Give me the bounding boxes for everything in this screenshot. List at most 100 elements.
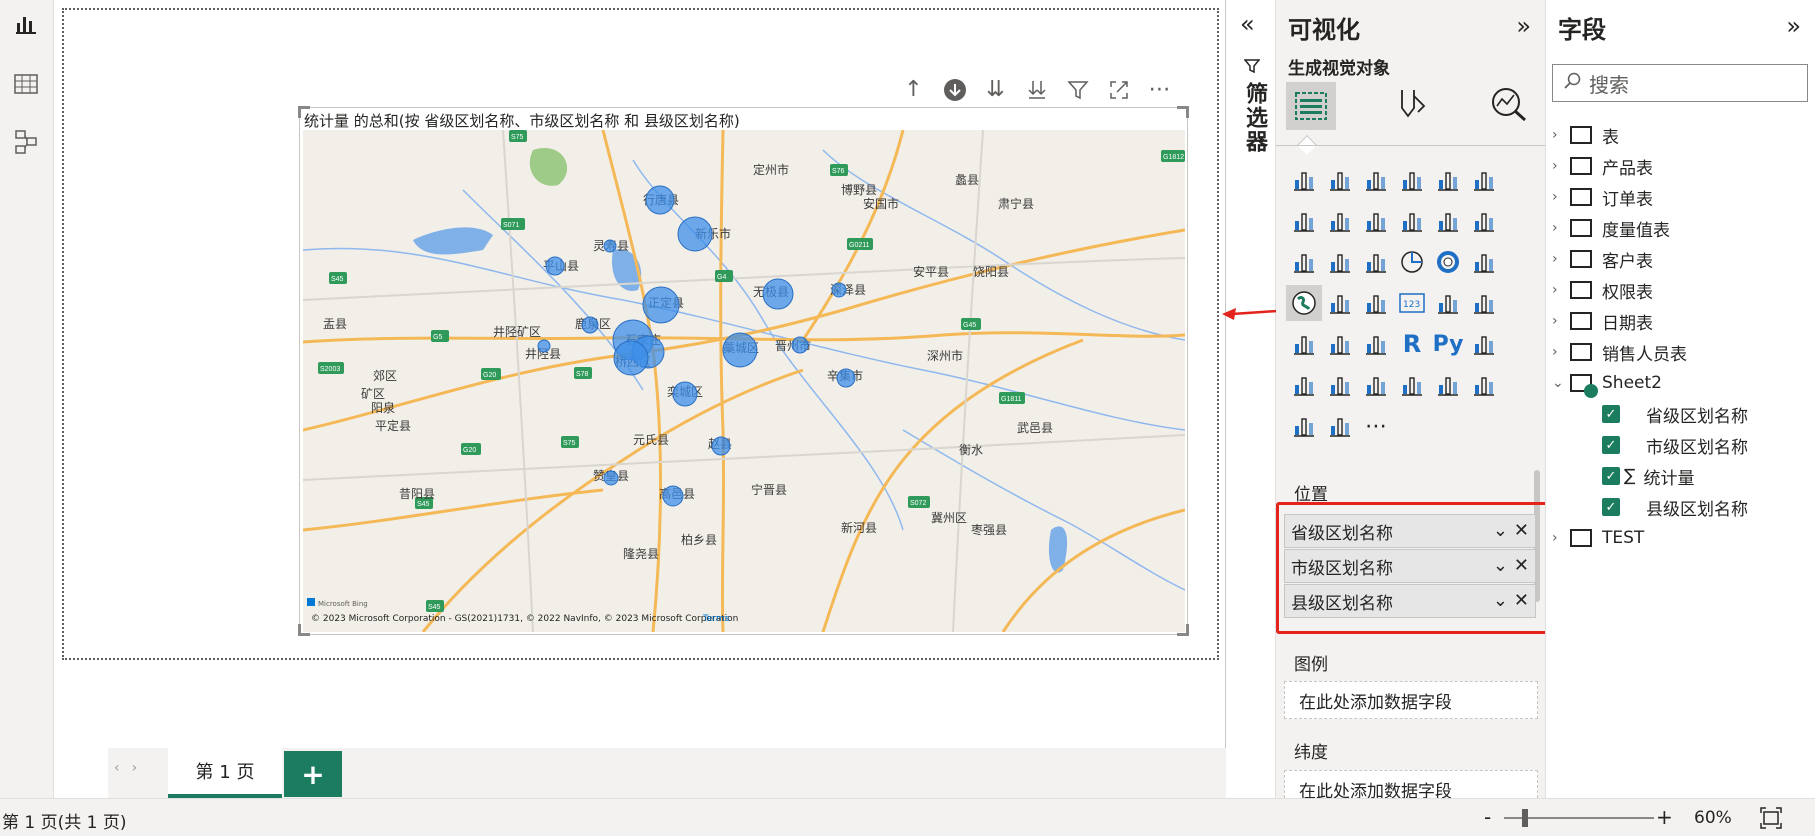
checkbox-checked[interactable]: ✓	[1602, 467, 1620, 485]
power-automate-icon[interactable]	[1322, 408, 1358, 444]
azure-map-icon[interactable]	[1466, 367, 1502, 403]
field-table-6[interactable]: › 日期表	[1552, 306, 1653, 336]
pie-chart-icon[interactable]	[1394, 244, 1430, 280]
gauge-icon[interactable]	[1358, 285, 1394, 321]
paginated-report-icon[interactable]	[1430, 367, 1466, 403]
donut-chart-icon[interactable]	[1430, 244, 1466, 280]
map-bubble[interactable]	[645, 185, 675, 215]
analytics-icon[interactable]	[1490, 86, 1528, 126]
expand-filters-icon[interactable]: «	[1240, 10, 1255, 38]
location-field-city[interactable]: 市级区划名称 ⌄ ✕	[1284, 549, 1536, 583]
treemap-icon[interactable]	[1466, 244, 1502, 280]
latitude-well-dropzone[interactable]: 在此处添加数据字段	[1284, 770, 1538, 798]
map-bubble[interactable]	[642, 286, 680, 324]
field-table-4[interactable]: › 客户表	[1552, 244, 1653, 274]
multi-row-card-icon[interactable]	[1430, 285, 1466, 321]
stacked-area-icon[interactable]	[1358, 203, 1394, 239]
field-table-2[interactable]: › 订单表	[1552, 182, 1653, 212]
chevron-right-icon[interactable]: ›	[1552, 158, 1570, 174]
chevron-right-icon[interactable]: ›	[1552, 282, 1570, 298]
qa-icon[interactable]	[1322, 367, 1358, 403]
resize-handle-bl[interactable]	[298, 624, 310, 636]
fields-search-input[interactable]: 搜索	[1552, 64, 1808, 102]
stacked-bar-icon[interactable]	[1286, 162, 1322, 198]
zoom-slider-thumb[interactable]	[1522, 809, 1528, 827]
field-table-7[interactable]: › 销售人员表	[1552, 337, 1687, 367]
funnel-icon[interactable]	[1322, 244, 1358, 280]
chevron-right-icon[interactable]: ›	[1552, 220, 1570, 236]
build-visual-tab-icon[interactable]	[1286, 82, 1336, 130]
card-icon[interactable]: 123	[1394, 285, 1430, 321]
field-table-test[interactable]: › TEST	[1552, 523, 1644, 553]
python-visual-icon[interactable]: Py	[1430, 326, 1466, 362]
expand-all-icon[interactable]: ⇊	[978, 72, 1013, 107]
field-table-1[interactable]: › 产品表	[1552, 151, 1653, 181]
scatter-icon[interactable]	[1358, 244, 1394, 280]
checkbox-checked[interactable]: ✓	[1602, 405, 1620, 423]
map-bubble[interactable]	[762, 278, 794, 310]
line-column-icon[interactable]	[1394, 203, 1430, 239]
key-influencers-icon[interactable]	[1466, 326, 1502, 362]
map-bubble[interactable]	[545, 256, 565, 276]
smart-narrative-icon[interactable]	[1358, 367, 1394, 403]
zoom-slider-track[interactable]	[1504, 809, 1654, 827]
chevron-right-icon[interactable]: ›	[1552, 251, 1570, 267]
collapse-viz-pane-icon[interactable]: »	[1516, 12, 1531, 40]
map-bubble[interactable]	[836, 368, 856, 388]
slicer-icon[interactable]	[1286, 326, 1322, 362]
map-bubble[interactable]	[791, 336, 809, 354]
100-bar-icon[interactable]	[1430, 162, 1466, 198]
matrix-icon[interactable]	[1358, 326, 1394, 362]
filter-icon[interactable]	[1060, 72, 1095, 107]
drill-down-icon[interactable]	[937, 72, 972, 107]
map-area[interactable]: S75 G1812 S76 S071 G0211 G4 S45 G45 G5 S2003 G20 S7…	[303, 130, 1185, 632]
map-bubble[interactable]	[672, 381, 698, 407]
sheet2-field-2[interactable]: ✓ ∑ 统计量	[1552, 461, 1694, 491]
location-field-county[interactable]: 县级区划名称 ⌄ ✕	[1284, 584, 1536, 618]
map-visual[interactable]: 统计量 的总和(按 省级区划名称、市级区划名称 和 县级区划名称) S75 G1…	[298, 106, 1189, 636]
add-page-button[interactable]: +	[284, 751, 342, 797]
location-field-province[interactable]: 省级区划名称 ⌄ ✕	[1284, 514, 1536, 548]
chevron-down-icon[interactable]: ⌄	[1493, 590, 1508, 611]
field-table-3[interactable]: › 度量值表	[1552, 213, 1670, 243]
format-visual-icon[interactable]	[1394, 86, 1428, 126]
line-clustered-icon[interactable]	[1430, 203, 1466, 239]
close-icon[interactable]: ✕	[1514, 590, 1529, 611]
chevron-right-icon[interactable]: ›	[1552, 127, 1570, 143]
legend-well-dropzone[interactable]: 在此处添加数据字段	[1284, 681, 1538, 719]
map-bubble[interactable]	[831, 282, 847, 298]
chevron-right-icon[interactable]: ›	[1552, 530, 1570, 546]
resize-handle-tl[interactable]	[298, 106, 310, 118]
resize-handle-tr[interactable]	[1177, 106, 1189, 118]
kpi-icon[interactable]	[1466, 285, 1502, 321]
r-visual-icon[interactable]: R	[1394, 326, 1430, 362]
map-bubble[interactable]	[603, 470, 619, 486]
table-view-icon[interactable]	[12, 70, 40, 98]
close-icon[interactable]: ✕	[1514, 555, 1529, 576]
goals-icon[interactable]	[1394, 367, 1430, 403]
zoom-out-button[interactable]: -	[1484, 805, 1491, 829]
table-icon[interactable]	[1322, 326, 1358, 362]
map-bubble[interactable]	[722, 332, 758, 368]
arrow-up-icon[interactable]: ↑	[896, 72, 931, 107]
power-apps-icon[interactable]	[1286, 408, 1322, 444]
checkbox-checked[interactable]: ✓	[1602, 436, 1620, 454]
area-chart-icon[interactable]	[1322, 203, 1358, 239]
map-bubble[interactable]	[677, 216, 713, 252]
chevron-down-icon[interactable]: ⌄	[1552, 375, 1570, 391]
map-bubble[interactable]	[711, 436, 731, 456]
field-table-0[interactable]: › 表	[1552, 120, 1619, 150]
ribbon-chart-icon[interactable]	[1466, 203, 1502, 239]
expand-next-icon[interactable]	[1019, 72, 1054, 107]
close-icon[interactable]: ✕	[1514, 520, 1529, 541]
decomposition-tree-icon[interactable]	[1286, 367, 1322, 403]
more-visuals-icon[interactable]: ⋯	[1358, 408, 1394, 444]
waterfall-icon[interactable]	[1286, 244, 1322, 280]
field-table-5[interactable]: › 权限表	[1552, 275, 1653, 305]
more-options-icon[interactable]: ⋯	[1142, 72, 1177, 107]
field-table-sheet2[interactable]: ⌄ Sheet2	[1552, 368, 1662, 398]
clustered-column-icon[interactable]	[1394, 162, 1430, 198]
line-chart-icon[interactable]	[1286, 203, 1322, 239]
tab-page-1[interactable]: 第 1 页	[168, 748, 282, 798]
chevron-down-icon[interactable]: ⌄	[1493, 555, 1508, 576]
